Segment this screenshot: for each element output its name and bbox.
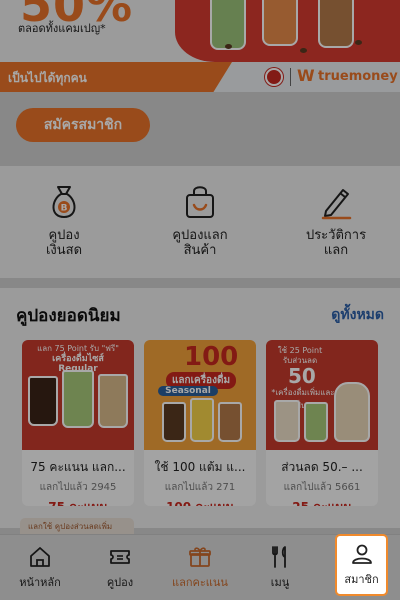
product-coupon-label-1: คูปองแลก [172, 228, 228, 243]
coupon-tag-line: ใช้ 25 Point [277, 346, 323, 355]
nav-home[interactable]: หน้าหลัก [0, 535, 80, 600]
shopping-bag-icon [186, 186, 214, 218]
coupon-card[interactable]: 100 แลกเครื่องดื่ม Seasonal ใช้ 100 แต้ม… [144, 340, 256, 506]
truemoney-logo-mark: W [297, 66, 315, 85]
popular-coupons-section: คูปองยอดนิยม ดูทั้งหมด แลก 75 Point รับ … [0, 288, 400, 528]
nav-menu-label: เมนู [270, 576, 290, 589]
coffee-bean-decoration [355, 40, 362, 45]
coupon-tag-big: 50 [288, 364, 316, 388]
pencil-icon [321, 189, 352, 220]
coupon-tag-line: แลกใช้ คูปองส่วนลดเพิ่ม [28, 522, 113, 531]
promo-subtitle: ตลอดทั้งแคมเปญ* [18, 22, 106, 35]
promo-banner[interactable]: 50% ตลอดทั้งแคมเปญ* [0, 0, 400, 62]
drink-image [210, 0, 246, 50]
nav-coupon-label: คูปอง [106, 576, 134, 589]
redeem-history-action[interactable]: ประวัติการ แลก [276, 184, 396, 258]
drink-image [274, 400, 300, 442]
drink-image [334, 382, 370, 442]
money-bag-icon: B [52, 186, 76, 218]
coupon-image: แลก 75 Point รับ "ฟรี" เครื่องดื่มไซส์ R… [22, 340, 134, 450]
coupon-title: ส่วนลด 50.– ... [281, 460, 363, 474]
coupon-tag-big: 100 [184, 342, 239, 372]
nav-home-label: หน้าหลัก [19, 576, 61, 589]
drink-image [262, 0, 298, 46]
drink-image [98, 374, 128, 428]
quick-actions: B คูปอง เงินสด คูปองแลก สินค้า ประวัติกา… [0, 166, 400, 278]
home-icon [30, 547, 50, 567]
coupon-tag-line: Seasonal [158, 386, 218, 396]
gift-icon [189, 547, 211, 567]
nav-menu[interactable]: เมนู [240, 535, 320, 600]
coupon-title: ใช้ 100 แต้ม แ... [154, 460, 246, 474]
partner-strip: เป็นไปได้ทุกคน W truemoney [0, 62, 400, 92]
coffee-bean-decoration [300, 48, 307, 53]
redeem-history-label-2: แลก [323, 243, 349, 258]
drink-image [28, 376, 58, 426]
cash-coupon-action[interactable]: B คูปอง เงินสด [4, 184, 124, 258]
coupon-redeemed-count: แลกไปแล้ว 5661 [283, 482, 361, 493]
coupon-points: 25 คะแนน [266, 498, 378, 506]
cash-coupon-label-1: คูปอง [48, 228, 80, 243]
strip-text: เป็นไปได้ทุกคน [8, 71, 87, 85]
ticket-icon [110, 550, 130, 564]
drink-image [218, 402, 242, 442]
redeem-history-label-1: ประวัติการ [305, 228, 367, 243]
nav-member[interactable]: สมาชิก [335, 534, 388, 596]
brand-logo-icon [265, 68, 283, 86]
product-coupon-label-2: สินค้า [183, 243, 217, 258]
coupon-title: 75 คะแนน แลก... [30, 460, 126, 474]
person-icon [351, 544, 372, 564]
product-coupon-action[interactable]: คูปองแลก สินค้า [140, 184, 260, 258]
coupon-redeemed-count: แลกไปแล้ว 2945 [39, 482, 117, 493]
coupon-tag-line: แลก 75 Point รับ "ฟรี" [37, 344, 119, 353]
truemoney-logo-text: truemoney [318, 69, 398, 84]
coupon-points: 100 คะแนน [144, 498, 256, 506]
coupon-image: 100 แลกเครื่องดื่ม Seasonal [144, 340, 256, 450]
svg-text:B: B [61, 204, 68, 214]
drink-image [162, 402, 186, 442]
coupon-redeemed-count: แลกไปแล้ว 271 [164, 482, 236, 493]
coupon-image: ใช้ 25 Point รับส่วนลด 50 *เครื่องดื่มเพ… [266, 340, 378, 450]
register-button[interactable]: สมัครสมาชิก [16, 108, 150, 142]
drink-image [62, 370, 94, 428]
drink-image [318, 0, 354, 48]
nav-coupon[interactable]: คูปอง [80, 535, 160, 600]
member-page: 50% ตลอดทั้งแคมเปญ* เป็นไปได้ทุกคน W tru… [0, 0, 400, 600]
coupon-card[interactable]: แลก 75 Point รับ "ฟรี" เครื่องดื่มไซส์ R… [22, 340, 134, 506]
cash-coupon-label-2: เงินสด [45, 243, 83, 258]
drink-image [190, 398, 214, 442]
drink-image [304, 402, 328, 442]
section-title: คูปองยอดนิยม [16, 306, 121, 326]
see-all-link[interactable]: ดูทั้งหมด [331, 304, 384, 326]
coupon-card[interactable]: ใช้ 25 Point รับส่วนลด 50 *เครื่องดื่มเพ… [266, 340, 378, 506]
fork-knife-icon [272, 546, 286, 568]
coffee-bean-decoration [225, 44, 232, 49]
logo-divider [290, 68, 291, 86]
nav-redeem-label: แลกคะแนน [172, 576, 228, 589]
nav-redeem[interactable]: แลกคะแนน [160, 535, 240, 600]
coupon-points: 75 คะแนน [22, 498, 134, 506]
nav-member-label: สมาชิก [344, 573, 379, 586]
